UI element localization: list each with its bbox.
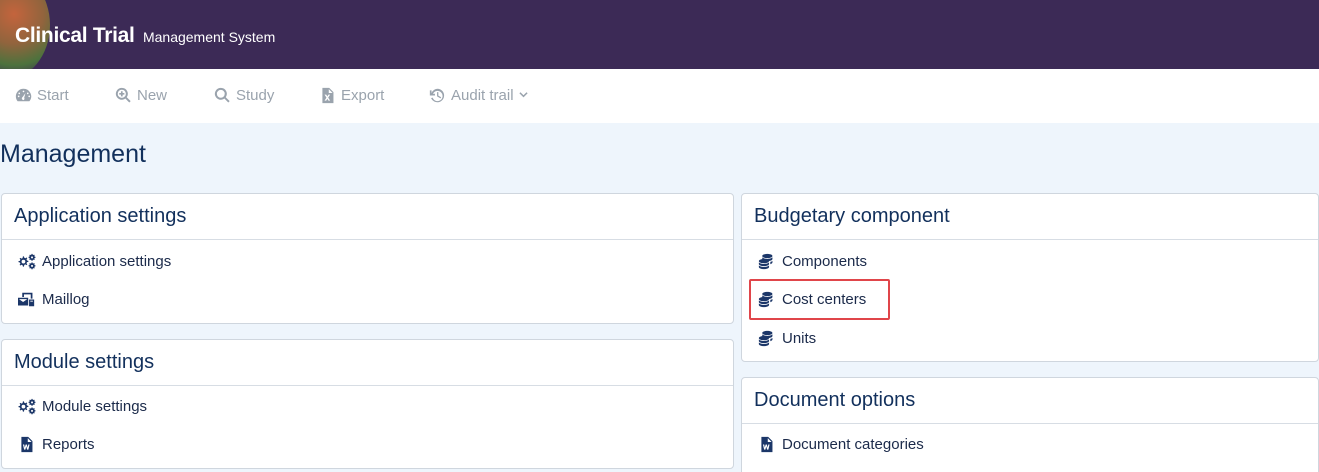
search-icon (214, 87, 230, 102)
search-plus-icon (115, 87, 131, 102)
link-document-categories-label: Document categories (782, 436, 924, 453)
nav-study-label: Study (236, 86, 275, 104)
panel-document-options: Document options Document categories (741, 377, 1319, 472)
chevron-down-icon (518, 91, 528, 97)
nav-audit-trail-label: Audit trail (451, 86, 514, 104)
panel-budgetary-component-title: Budgetary component (742, 194, 1318, 240)
nav-start[interactable]: Start (15, 85, 69, 105)
link-components-label: Components (782, 253, 868, 270)
nav-audit-trail[interactable]: Audit trail (429, 85, 529, 105)
panel-document-options-title: Document options (742, 378, 1318, 424)
link-reports-label: Reports (42, 436, 95, 453)
link-module-settings[interactable]: Module settings (17, 398, 147, 415)
link-units-label: Units (782, 330, 817, 347)
nav-export-label: Export (341, 86, 385, 104)
panel-module-settings: Module settings Module settings Reports (1, 339, 734, 469)
link-application-settings-label: Application settings (42, 253, 172, 270)
link-maillog[interactable]: Maillog (17, 291, 90, 308)
coins-icon (758, 253, 773, 270)
highlight-box (749, 279, 890, 320)
excel-file-icon (322, 87, 334, 103)
app-header: Clinical Trial Management System (0, 0, 1319, 69)
brand[interactable]: Clinical Trial Management System (15, 24, 275, 48)
link-units[interactable]: Units (757, 330, 816, 347)
link-application-settings[interactable]: Application settings (17, 253, 171, 270)
cogs-icon (18, 398, 36, 415)
nav-start-label: Start (37, 86, 69, 104)
panel-module-settings-title: Module settings (2, 340, 733, 386)
brand-title: Clinical Trial (15, 24, 135, 47)
main-nav: Start New Study Export Audit trail (0, 69, 1319, 123)
dashboard-icon (15, 88, 32, 101)
link-reports[interactable]: Reports (17, 436, 95, 453)
link-components[interactable]: Components (757, 253, 867, 270)
panel-application-settings: Application settings Application setting… (1, 193, 734, 324)
nav-export[interactable]: Export (319, 85, 384, 105)
nav-new-label: New (137, 86, 168, 104)
coins-icon (758, 330, 773, 347)
panel-application-settings-title: Application settings (2, 194, 733, 240)
word-file-icon (21, 436, 33, 453)
word-file-icon (761, 436, 773, 453)
nav-new[interactable]: New (115, 85, 167, 105)
history-icon (429, 88, 445, 102)
page-title: Management (0, 140, 146, 168)
link-maillog-label: Maillog (42, 291, 90, 308)
cogs-icon (18, 253, 36, 270)
brand-subtitle: Management System (142, 29, 276, 45)
link-document-categories[interactable]: Document categories (757, 436, 924, 453)
nav-study[interactable]: Study (214, 85, 274, 105)
panel-budgetary-component: Budgetary component Components Cost cent… (741, 193, 1319, 362)
mail-bulk-icon (18, 292, 35, 307)
link-module-settings-label: Module settings (42, 398, 148, 415)
